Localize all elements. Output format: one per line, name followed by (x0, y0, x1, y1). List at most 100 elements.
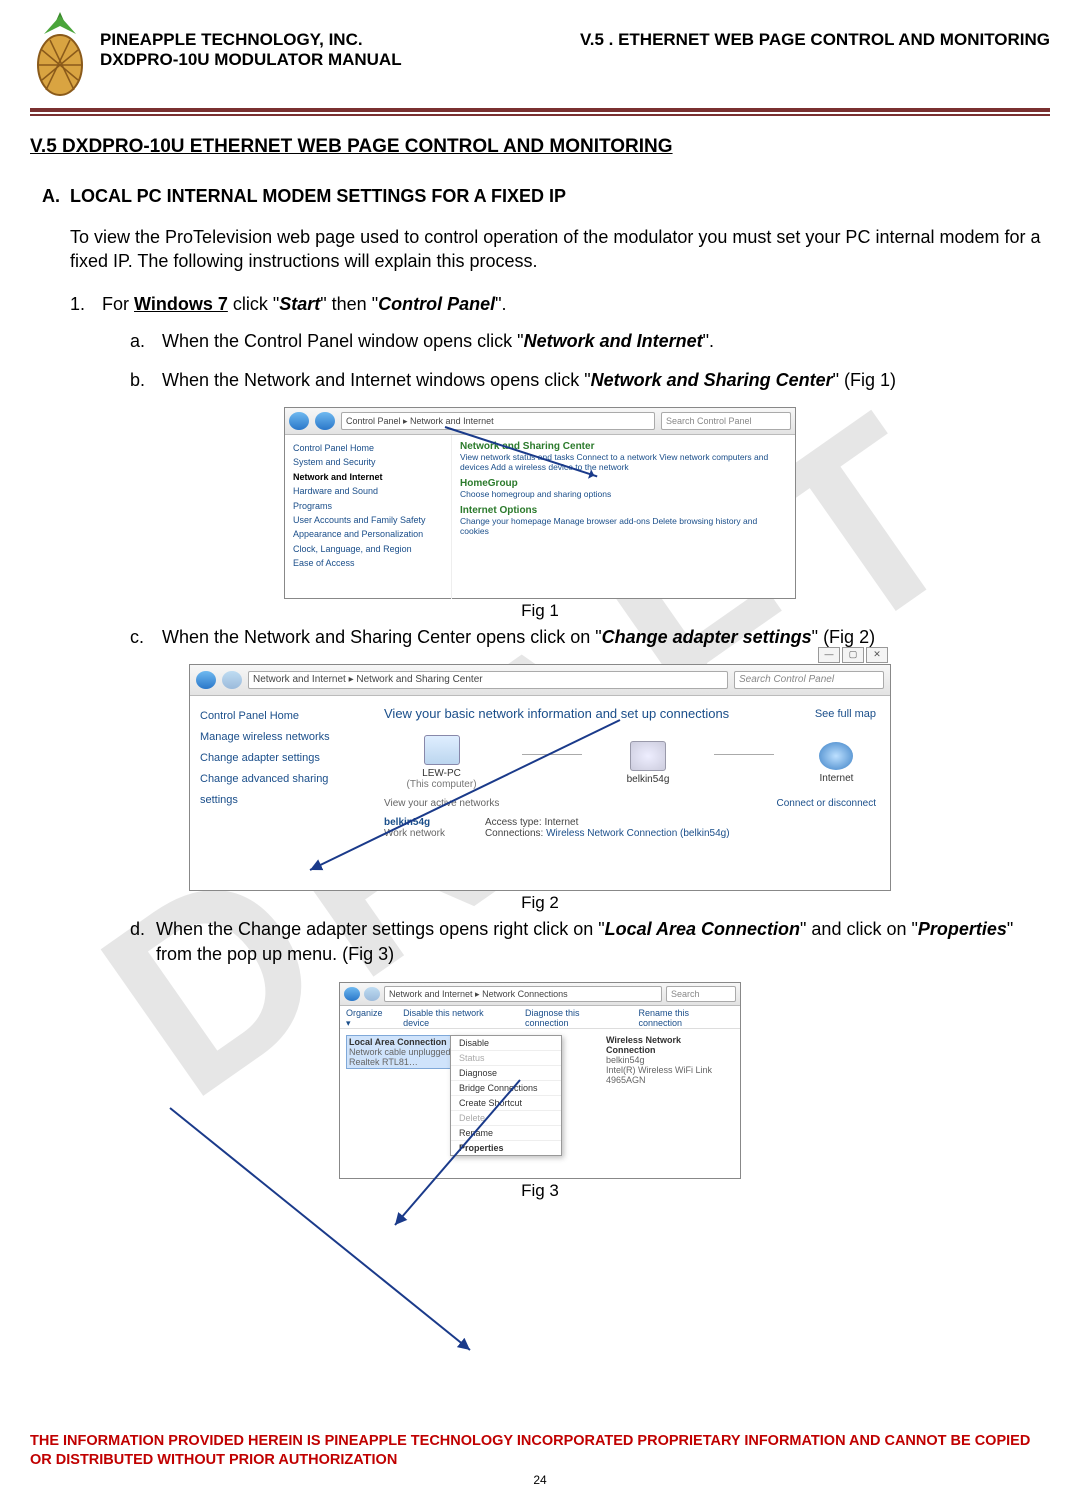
forward-button-icon[interactable] (315, 412, 335, 430)
access-type-value: Internet (544, 817, 578, 828)
internet-label: Internet (819, 773, 853, 784)
text: " and click on " (800, 919, 918, 939)
fig1-window: Control Panel ▸ Network and Internet Sea… (284, 407, 796, 599)
ctx-shortcut[interactable]: Create Shortcut (451, 1096, 561, 1111)
properties-label: Properties (918, 919, 1007, 939)
search-input[interactable]: Search Control Panel (734, 671, 884, 689)
organize-menu[interactable]: Organize ▾ (346, 1008, 389, 1026)
sidebar-item-change-adapter[interactable]: Change adapter settings (200, 748, 360, 769)
disable-device-button[interactable]: Disable this network device (403, 1008, 511, 1026)
forward-button-icon[interactable] (364, 987, 380, 1001)
connection-status: Network cable unplugged (349, 1047, 463, 1057)
minimize-button-icon[interactable]: — (818, 647, 840, 663)
header-divider (30, 108, 1050, 116)
fig3-window: Network and Internet ▸ Network Connectio… (339, 982, 741, 1179)
step-1: 1. For Windows 7 click "Start" then "Con… (70, 294, 1050, 315)
nsc-desc: View network status and tasks Connect to… (460, 452, 787, 472)
rename-button[interactable]: Rename this connection (638, 1008, 734, 1026)
sidebar-item[interactable]: Control Panel Home (200, 706, 360, 727)
homegroup-link[interactable]: HomeGroup (460, 478, 787, 489)
text: When the Network and Internet windows op… (162, 370, 591, 390)
sidebar-item[interactable]: Ease of Access (293, 556, 443, 570)
intro-paragraph: To view the ProTelevision web page used … (70, 225, 1050, 274)
back-button-icon[interactable] (196, 671, 216, 689)
maximize-button-icon[interactable]: ▢ (842, 647, 864, 663)
sidebar-item[interactable]: Change advanced sharing settings (200, 769, 360, 811)
sidebar-item[interactable]: Clock, Language, and Region (293, 542, 443, 556)
connection-line-icon (714, 754, 774, 755)
company-name: PINEAPPLE TECHNOLOGY, INC. (100, 30, 402, 50)
text: When the Change adapter settings opens r… (156, 919, 605, 939)
header-section-ref: V.5 . ETHERNET WEB PAGE CONTROL AND MONI… (580, 30, 1050, 70)
ctx-disable[interactable]: Disable (451, 1036, 561, 1051)
page-header: PINEAPPLE TECHNOLOGY, INC. DXDPRO-10U MO… (30, 30, 1050, 100)
connect-disconnect-link[interactable]: Connect or disconnect (776, 798, 876, 809)
substep-c: c. When the Network and Sharing Center o… (130, 625, 1050, 650)
address-bar[interactable]: Network and Internet ▸ Network and Shari… (248, 671, 728, 689)
fig2-window: — ▢ ✕ Network and Internet ▸ Network and… (189, 664, 891, 891)
sidebar-item[interactable]: System and Security (293, 455, 443, 469)
wireless-connection-item[interactable]: Wireless Network Connection belkin54g In… (606, 1035, 726, 1085)
diagnose-button[interactable]: Diagnose this connection (525, 1008, 625, 1026)
connection-line-icon (522, 754, 582, 755)
ctx-properties[interactable]: Properties (451, 1141, 561, 1155)
section-title: V.5 DXDPRO-10U ETHERNET WEB PAGE CONTROL… (30, 136, 1050, 158)
sidebar-item[interactable]: User Accounts and Family Safety (293, 513, 443, 527)
computer-icon (424, 735, 460, 765)
fig3-titlebar: Network and Internet ▸ Network Connectio… (340, 983, 740, 1006)
see-full-map-link[interactable]: See full map (815, 708, 876, 720)
subsection-title: LOCAL PC INTERNAL MODEM SETTINGS FOR A F… (70, 186, 566, 207)
page-footer: THE INFORMATION PROVIDED HEREIN IS PINEA… (30, 1432, 1050, 1487)
substep-letter: a. (130, 329, 162, 354)
internet-options-link[interactable]: Internet Options (460, 505, 787, 516)
back-button-icon[interactable] (289, 412, 309, 430)
router-node: belkin54g (627, 741, 670, 785)
ctx-rename[interactable]: Rename (451, 1126, 561, 1141)
fig3-caption: Fig 3 (521, 1181, 559, 1201)
connection-status: belkin54g (606, 1055, 726, 1065)
close-button-icon[interactable]: ✕ (866, 647, 888, 663)
text: For (102, 294, 134, 314)
internet-node: Internet (819, 742, 853, 784)
pc-name: LEW-PC (407, 768, 477, 779)
text: " then " (320, 294, 378, 314)
figure-3: Network and Internet ▸ Network Connectio… (30, 982, 1050, 1201)
text: click " (228, 294, 279, 314)
address-bar[interactable]: Control Panel ▸ Network and Internet (341, 412, 655, 430)
ctx-bridge[interactable]: Bridge Connections (451, 1081, 561, 1096)
substep-b: b. When the Network and Internet windows… (130, 368, 1050, 393)
search-input[interactable]: Search Control Panel (661, 412, 791, 430)
network-map: LEW-PC (This computer) belkin54g (384, 735, 876, 790)
network-type: Work network (384, 828, 445, 839)
homegroup-desc: Choose homegroup and sharing options (460, 489, 787, 499)
pc-subtitle: (This computer) (407, 779, 477, 790)
active-network-row: belkin54g Work network Access type: Inte… (384, 817, 876, 839)
proprietary-notice: THE INFORMATION PROVIDED HEREIN IS PINEA… (30, 1432, 1050, 1471)
sidebar-item[interactable]: Programs (293, 499, 443, 513)
network-name-link[interactable]: belkin54g (384, 817, 445, 828)
os-name: Windows 7 (134, 294, 228, 314)
local-area-connection-item[interactable]: Local Area Connection Network cable unpl… (346, 1035, 466, 1085)
sidebar-item-selected[interactable]: Network and Internet (293, 470, 443, 484)
connections-label: Connections: (485, 828, 543, 839)
sidebar-item[interactable]: Appearance and Personalization (293, 527, 443, 541)
connection-link[interactable]: Wireless Network Connection (belkin54g) (546, 828, 729, 839)
fig2-titlebar: Network and Internet ▸ Network and Shari… (190, 665, 890, 696)
sidebar-item[interactable]: Manage wireless networks (200, 727, 360, 748)
forward-button-icon[interactable] (222, 671, 242, 689)
sidebar-item[interactable]: Control Panel Home (293, 441, 443, 455)
search-input[interactable]: Search (666, 986, 736, 1002)
globe-icon (819, 742, 853, 770)
access-type-label: Access type: (485, 817, 542, 828)
ctx-diagnose[interactable]: Diagnose (451, 1066, 561, 1081)
local-area-connection-label: Local Area Connection (605, 919, 800, 939)
connection-name: Wireless Network Connection (606, 1035, 726, 1055)
text: When the Network and Sharing Center open… (162, 627, 602, 647)
connection-name: Local Area Connection (349, 1037, 463, 1047)
back-button-icon[interactable] (344, 987, 360, 1001)
fig2-caption: Fig 2 (521, 893, 559, 913)
address-bar[interactable]: Network and Internet ▸ Network Connectio… (384, 986, 662, 1002)
change-adapter-settings-label: Change adapter settings (602, 627, 812, 647)
fig2-heading: View your basic network information and … (384, 706, 876, 721)
sidebar-item[interactable]: Hardware and Sound (293, 484, 443, 498)
